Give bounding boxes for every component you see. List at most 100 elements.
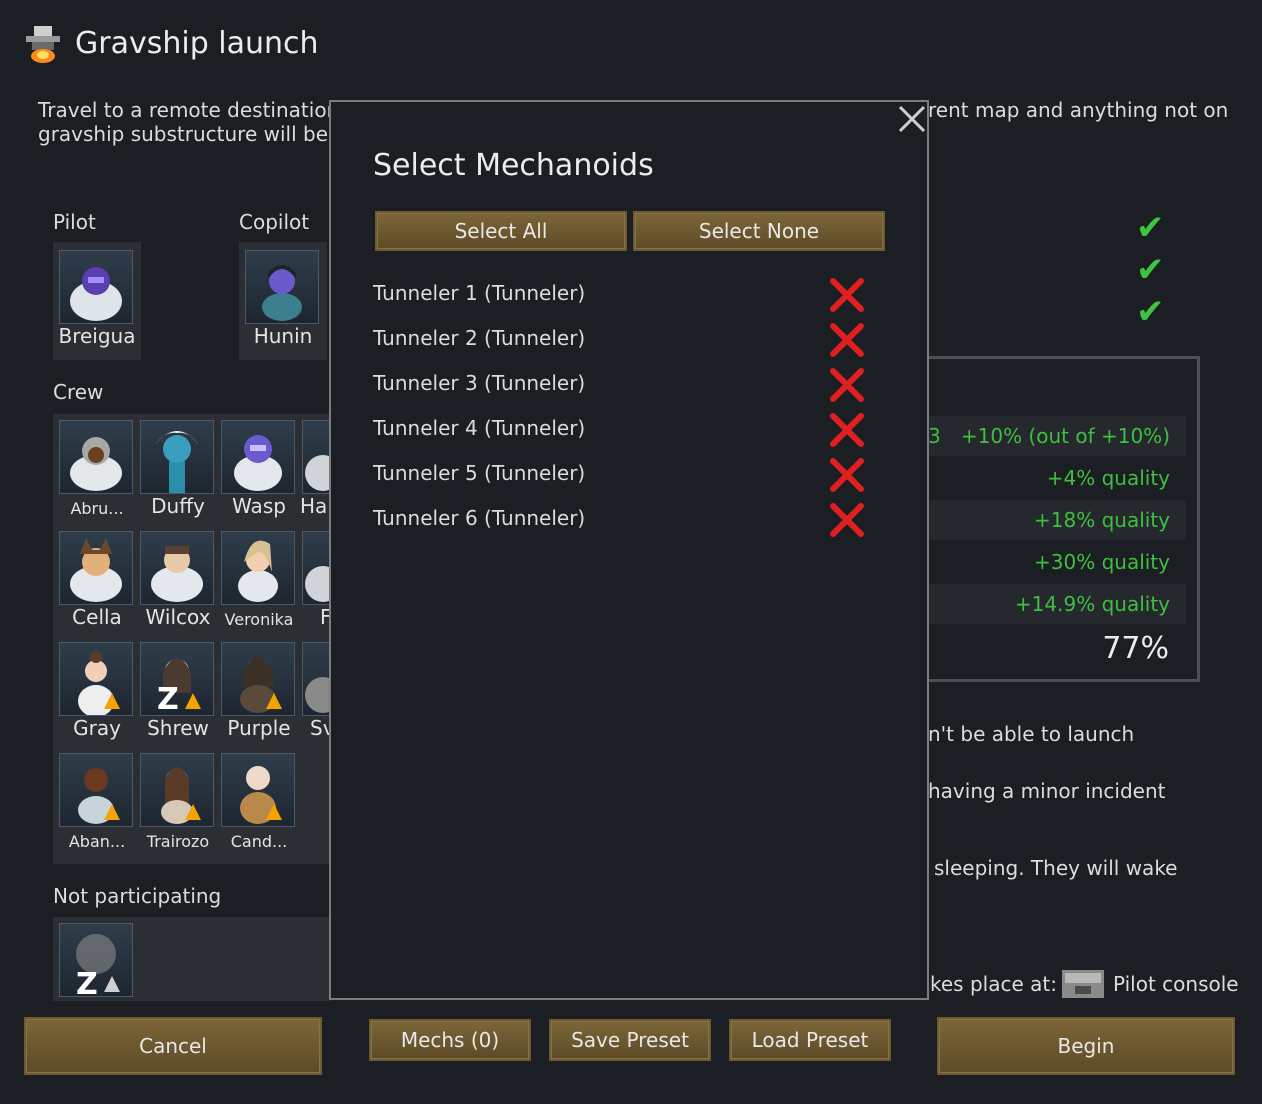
- crew-member[interactable]: Cella: [57, 529, 133, 635]
- crew-portrait: [59, 531, 133, 605]
- quality-row: +30% quality: [1034, 550, 1170, 574]
- crew-name: Cand...: [230, 832, 288, 851]
- crew-portrait: [59, 420, 133, 494]
- mech-label: Tunneler 6 (Tunneler): [373, 506, 586, 530]
- quality-row: +14.9% quality: [928, 584, 1186, 624]
- mech-row[interactable]: Tunneler 5 (Tunneler): [371, 453, 871, 498]
- crew-portrait: [59, 642, 133, 716]
- cross-icon[interactable]: [827, 500, 867, 540]
- save-preset-button[interactable]: Save Preset: [549, 1019, 711, 1061]
- check-icon: ✔: [1136, 250, 1165, 290]
- mech-label: Tunneler 5 (Tunneler): [373, 461, 586, 485]
- copilot-name: Hunin: [253, 324, 313, 348]
- crew-member[interactable]: Gray: [57, 640, 133, 746]
- crew-name: Veronika: [224, 610, 294, 629]
- cross-icon[interactable]: [827, 275, 867, 315]
- crew-name: Gray: [73, 716, 121, 740]
- crew-name: Shrew: [147, 716, 209, 740]
- crew-portrait: [140, 531, 214, 605]
- crew-name: Wilcox: [145, 605, 211, 629]
- mech-row[interactable]: Tunneler 4 (Tunneler): [371, 408, 871, 453]
- select-none-button[interactable]: Select None: [633, 211, 885, 251]
- quality-row-prefix: 3: [928, 424, 941, 448]
- quality-row-text: +10% (out of +10%): [960, 424, 1170, 448]
- crew-name: Abru...: [70, 499, 124, 518]
- cancel-button[interactable]: Cancel: [24, 1017, 322, 1075]
- description-line-2: gravship substructure will be p: [38, 122, 348, 146]
- crew-member[interactable]: Abru...: [57, 418, 133, 524]
- crew-member[interactable]: Veronika: [219, 529, 295, 635]
- crew-name: Wasp: [232, 494, 286, 518]
- pilot-slot[interactable]: Breigua: [53, 242, 141, 360]
- crew-member[interactable]: Z Shrew: [138, 640, 214, 746]
- quality-row: 3 +10% (out of +10%): [928, 416, 1186, 456]
- copilot-label: Copilot: [239, 210, 310, 234]
- cross-icon[interactable]: [827, 365, 867, 405]
- mech-row[interactable]: Tunneler 3 (Tunneler): [371, 363, 871, 408]
- location-prefix: kes place at:: [930, 972, 1057, 996]
- dialog-title: Select Mechanoids: [373, 148, 654, 183]
- crew-member[interactable]: F: [300, 529, 331, 635]
- crew-portrait: [140, 753, 214, 827]
- crew-member[interactable]: Trairozo: [138, 751, 214, 857]
- window-title: Gravship launch: [75, 26, 319, 61]
- crew-name: F: [320, 605, 331, 629]
- crew-member[interactable]: Aban...: [57, 751, 133, 857]
- crew-panel: Abru... Duffy Wasp Ha Cella Wilcox Veron…: [53, 414, 331, 864]
- svg-text:Z: Z: [157, 682, 179, 715]
- crew-name: Sv: [310, 716, 331, 740]
- check-icon: ✔: [1136, 292, 1165, 332]
- pilot-name: Breigua: [58, 324, 136, 348]
- svg-text:Z: Z: [76, 967, 98, 996]
- gravship-icon: [22, 24, 66, 66]
- mech-row[interactable]: Tunneler 6 (Tunneler): [371, 498, 871, 543]
- quality-total: 77%: [1102, 631, 1169, 666]
- crew-member[interactable]: Purple: [219, 640, 295, 746]
- begin-button[interactable]: Begin: [937, 1017, 1235, 1075]
- crew-portrait: [302, 420, 331, 494]
- crew-member[interactable]: Ha: [300, 418, 331, 524]
- mechs-button[interactable]: Mechs (0): [369, 1019, 531, 1061]
- load-preset-button[interactable]: Load Preset: [729, 1019, 891, 1061]
- crew-name: Cella: [72, 605, 122, 629]
- select-mechanoids-dialog: Select Mechanoids Select All Select None…: [329, 100, 929, 1000]
- crew-member[interactable]: Wasp: [219, 418, 295, 524]
- crew-member[interactable]: Sv: [300, 640, 331, 746]
- description-line-1: Travel to a remote destination: [38, 98, 340, 122]
- crew-member[interactable]: Wilcox: [138, 529, 214, 635]
- crew-member[interactable]: Duffy: [138, 418, 214, 524]
- mech-label: Tunneler 2 (Tunneler): [373, 326, 586, 350]
- description-right: rent map and anything not on: [928, 98, 1229, 122]
- crew-label: Crew: [53, 380, 104, 404]
- quality-panel: 3 +10% (out of +10%) +4% quality +18% qu…: [928, 356, 1200, 682]
- mech-row[interactable]: Tunneler 2 (Tunneler): [371, 318, 871, 363]
- select-all-button[interactable]: Select All: [375, 211, 627, 251]
- cross-icon[interactable]: [827, 455, 867, 495]
- not-participating-portrait[interactable]: Z: [59, 923, 133, 997]
- cross-icon[interactable]: [827, 410, 867, 450]
- mech-label: Tunneler 3 (Tunneler): [373, 371, 586, 395]
- mech-label: Tunneler 1 (Tunneler): [373, 281, 586, 305]
- crew-name: Purple: [227, 716, 291, 740]
- pilot-console-icon: [1061, 968, 1105, 1000]
- crew-name: Trairozo: [146, 832, 210, 851]
- crew-portrait: [302, 642, 331, 716]
- crew-member[interactable]: Cand...: [219, 751, 295, 857]
- crew-portrait: [221, 420, 295, 494]
- crew-portrait: [221, 531, 295, 605]
- crew-portrait: [221, 642, 295, 716]
- crew-portrait: [59, 753, 133, 827]
- copilot-slot[interactable]: Hunin: [239, 242, 327, 360]
- crew-name: Duffy: [151, 494, 205, 518]
- close-icon[interactable]: [895, 104, 929, 138]
- mech-label: Tunneler 4 (Tunneler): [373, 416, 586, 440]
- pilot-portrait: [59, 250, 133, 324]
- warning-launch: n't be able to launch: [928, 722, 1135, 746]
- crew-portrait: [302, 531, 331, 605]
- cross-icon[interactable]: [827, 320, 867, 360]
- crew-name: Aban...: [68, 832, 126, 851]
- mech-row[interactable]: Tunneler 1 (Tunneler): [371, 273, 871, 318]
- description: Travel to a remote destination gravship …: [38, 98, 347, 146]
- quality-row: +18% quality: [928, 500, 1186, 540]
- pilot-label: Pilot: [53, 210, 96, 234]
